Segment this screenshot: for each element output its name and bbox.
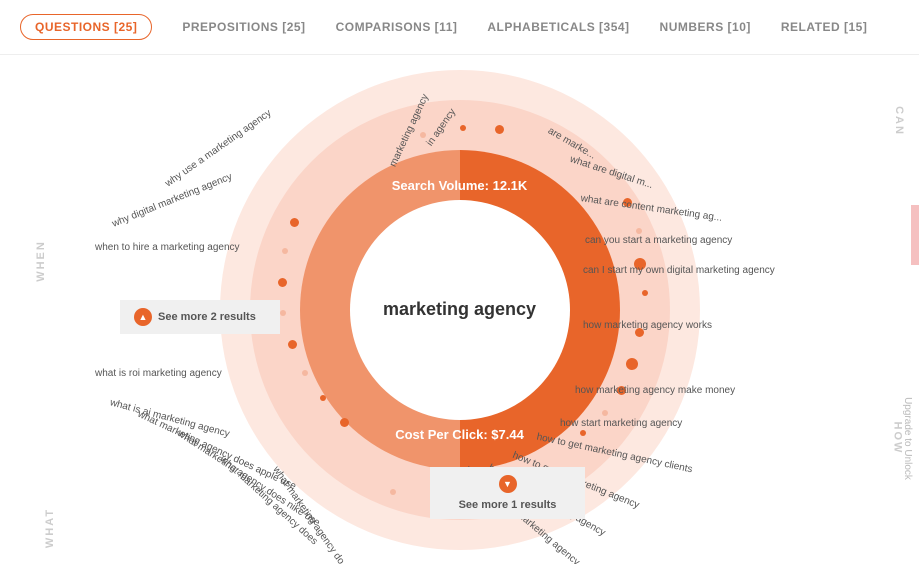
dot-r4 bbox=[642, 290, 648, 296]
dot-5 bbox=[288, 340, 297, 349]
tab-related[interactable]: RELATED [15] bbox=[781, 20, 867, 34]
tab-comparisons[interactable]: COMPARISONS [11] bbox=[336, 20, 458, 34]
dot-3 bbox=[278, 278, 287, 287]
dot-4 bbox=[280, 310, 286, 316]
main-area: WHEN WHAT HOW CAN Upgrade to Unlock mark… bbox=[0, 55, 919, 564]
section-what: WHAT bbox=[44, 508, 56, 548]
tab-alphabeticals[interactable]: ALPHABETICALS [354] bbox=[487, 20, 629, 34]
see-more-bottom-label: See more 1 results bbox=[459, 499, 557, 511]
kw-how-make-money[interactable]: how marketing agency make money bbox=[575, 385, 735, 396]
kw-what-roi[interactable]: what is roi marketing agency bbox=[95, 368, 222, 379]
dot-7 bbox=[320, 395, 326, 401]
tab-questions[interactable]: QUESTIONS [25] bbox=[20, 14, 152, 40]
dot-r6 bbox=[626, 358, 638, 370]
kw-when-hire[interactable]: when to hire a marketing agency bbox=[95, 242, 240, 253]
search-volume-label: Search Volume: 12.1K bbox=[392, 178, 528, 193]
dot-6 bbox=[302, 370, 308, 376]
upgrade-label[interactable]: Upgrade to Unlock bbox=[902, 397, 913, 480]
section-can: CAN bbox=[893, 106, 905, 136]
cpc-label: Cost Per Click: $7.44 bbox=[395, 427, 524, 442]
kw-how-works[interactable]: how marketing agency works bbox=[583, 320, 712, 331]
tab-numbers[interactable]: NUMBERS [10] bbox=[660, 20, 751, 34]
kw-can-start[interactable]: can you start a marketing agency bbox=[585, 235, 732, 246]
see-more-left-label: See more 2 results bbox=[158, 311, 256, 323]
tab-prepositions[interactable]: PREPOSITIONS [25] bbox=[182, 20, 305, 34]
section-when: WHEN bbox=[35, 240, 47, 282]
see-more-bottom-icon: ▼ bbox=[499, 475, 517, 493]
pink-accent-bar bbox=[911, 205, 919, 265]
dot-r2 bbox=[636, 228, 642, 234]
nav-tabs: QUESTIONS [25] PREPOSITIONS [25] COMPARI… bbox=[0, 0, 919, 55]
dot-t1 bbox=[420, 132, 426, 138]
center-circle: marketing agency bbox=[350, 200, 570, 420]
dot-t2 bbox=[460, 125, 466, 131]
see-more-bottom-banner[interactable]: ▼ See more 1 results bbox=[430, 467, 585, 519]
dot-r8 bbox=[602, 410, 608, 416]
center-keyword: marketing agency bbox=[383, 298, 536, 321]
dot-8 bbox=[340, 418, 349, 427]
dot-t3 bbox=[495, 125, 504, 134]
see-more-left-icon: ▲ bbox=[134, 308, 152, 326]
dot-1 bbox=[290, 218, 299, 227]
kw-can-own[interactable]: can I start my own digital marketing age… bbox=[583, 265, 775, 276]
kw-how-start[interactable]: how start marketing agency bbox=[560, 418, 682, 429]
see-more-left-banner[interactable]: ▲ See more 2 results bbox=[120, 300, 280, 334]
dot-r9 bbox=[580, 430, 586, 436]
dot-b1 bbox=[390, 489, 396, 495]
dot-2 bbox=[282, 248, 288, 254]
